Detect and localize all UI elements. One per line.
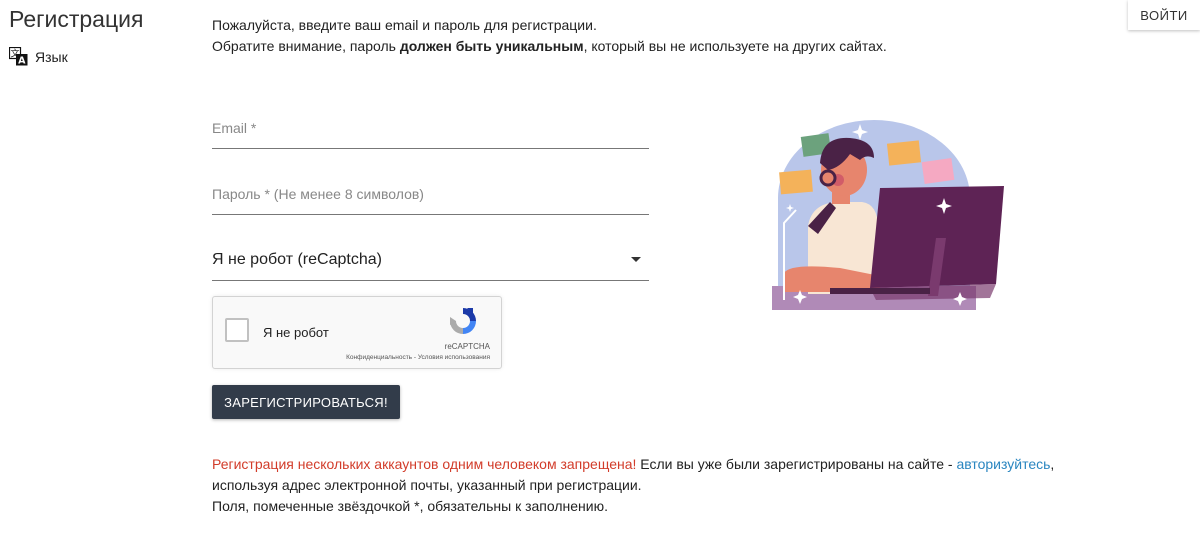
registration-notes: Регистрация нескольких аккаунтов одним ч… bbox=[212, 454, 1054, 517]
notes-line-1-text: Если вы уже были зарегистрированы на сай… bbox=[636, 456, 957, 472]
notes-line-1: Регистрация нескольких аккаунтов одним ч… bbox=[212, 454, 1054, 475]
language-selector[interactable]: 文 A Язык bbox=[8, 46, 68, 67]
password-field[interactable] bbox=[212, 182, 649, 206]
intro-line-1: Пожалуйста, введите ваш email и пароль д… bbox=[212, 17, 597, 33]
illustration bbox=[770, 118, 1010, 314]
translate-icon: 文 A bbox=[8, 46, 28, 67]
recaptcha-logo-icon bbox=[447, 305, 479, 337]
intro-line-2: Обратите внимание, пароль должен быть ун… bbox=[212, 36, 887, 57]
email-field[interactable] bbox=[212, 116, 649, 140]
intro-line-2-end: , который вы не используете на других са… bbox=[583, 38, 887, 54]
recaptcha-brand: reCAPTCHA bbox=[444, 342, 490, 351]
login-link[interactable]: авторизуйтесь bbox=[956, 456, 1050, 472]
svg-text:A: A bbox=[18, 56, 26, 67]
intro-line-2-start: Обратите внимание, пароль bbox=[212, 38, 400, 54]
email-field-wrapper bbox=[212, 116, 649, 149]
notes-line-2: используя адрес электронной почты, указа… bbox=[212, 477, 642, 493]
captcha-type-select[interactable]: Я не робот (reCaptcha) bbox=[212, 246, 649, 281]
notes-line-1-end: , bbox=[1050, 456, 1055, 472]
intro-text: Пожалуйста, введите ваш email и пароль д… bbox=[212, 15, 887, 57]
recaptcha-links: Конфиденциальность - Условия использован… bbox=[346, 354, 490, 361]
notes-line-3: Поля, помеченные звёздочкой *, обязатель… bbox=[212, 498, 608, 514]
recaptcha-privacy-link[interactable]: Конфиденциальность bbox=[346, 354, 412, 361]
intro-line-2-bold: должен быть уникальным bbox=[399, 38, 584, 54]
recaptcha-widget: Я не робот reCAPTCHA Конфиденциальность … bbox=[212, 296, 502, 369]
chevron-down-icon bbox=[631, 257, 641, 262]
recaptcha-terms-link[interactable]: Условия использования bbox=[418, 354, 490, 361]
page-title: Регистрация bbox=[9, 6, 144, 32]
login-button[interactable]: ВОЙТИ bbox=[1128, 0, 1200, 30]
recaptcha-checkbox-label: Я не робот bbox=[263, 325, 329, 340]
multi-account-warning: Регистрация нескольких аккаунтов одним ч… bbox=[212, 456, 637, 472]
register-button[interactable]: ЗАРЕГИСТРИРОВАТЬСЯ! bbox=[212, 385, 400, 419]
language-label: Язык bbox=[35, 48, 68, 65]
recaptcha-checkbox[interactable] bbox=[225, 318, 249, 342]
captcha-type-value: Я не робот (reCaptcha) bbox=[212, 251, 382, 268]
password-field-wrapper bbox=[212, 182, 649, 215]
